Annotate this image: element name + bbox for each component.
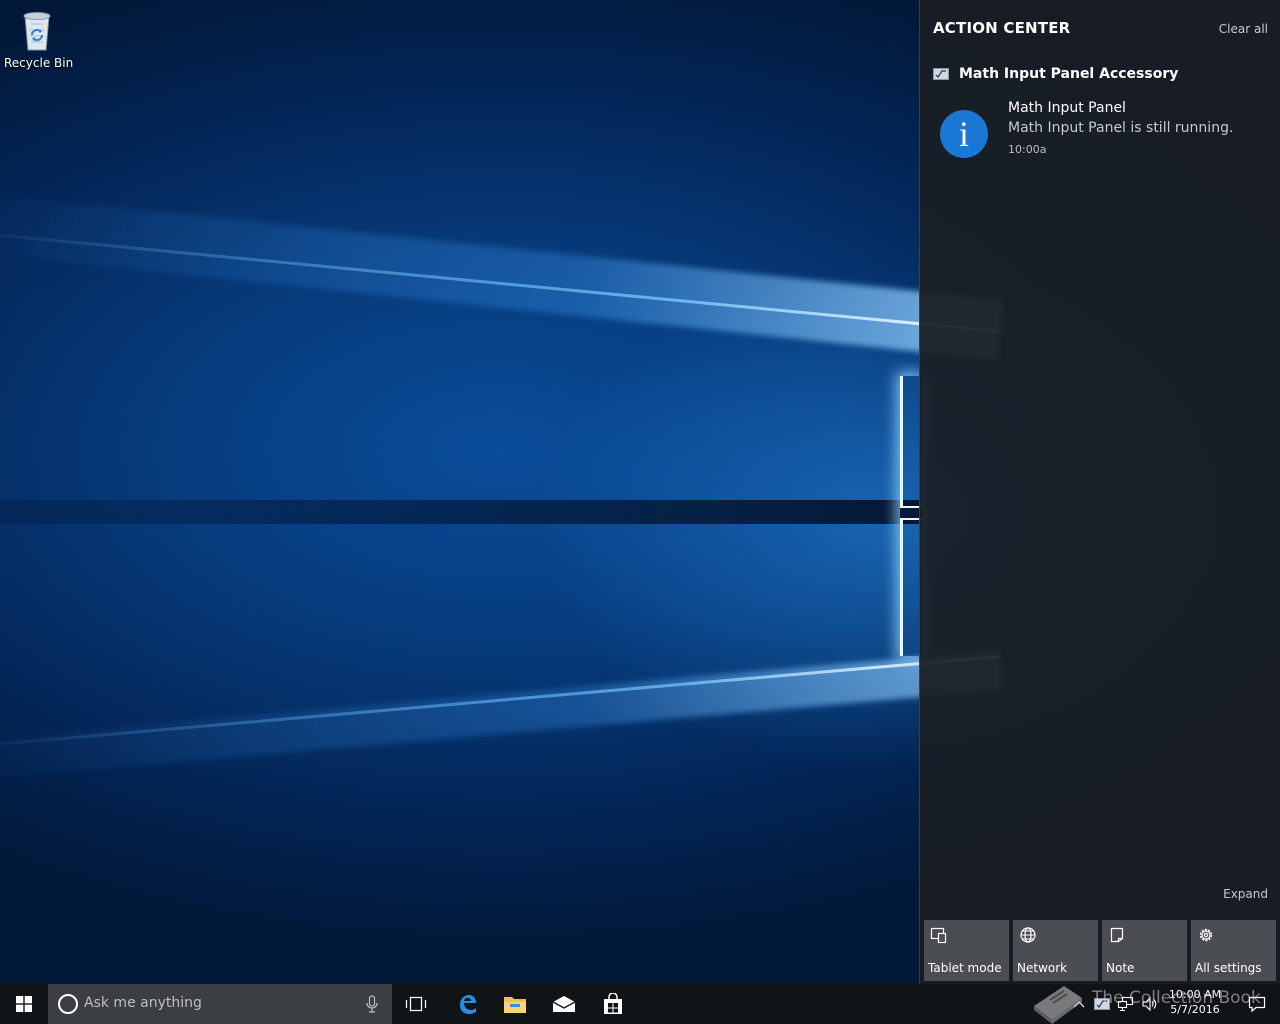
recycle-bin-label: Recycle Bin xyxy=(4,56,74,70)
quick-action-label: Tablet mode xyxy=(928,961,1002,975)
tray-network-button[interactable] xyxy=(1115,984,1137,1024)
light-beam-upper xyxy=(0,189,1004,360)
quick-action-label: Note xyxy=(1106,961,1135,975)
clock-date: 5/7/2016 xyxy=(1170,1003,1220,1016)
edge-button[interactable] xyxy=(443,984,491,1024)
taskbar-clock[interactable]: 10:00 AM 5/7/2016 xyxy=(1160,984,1230,1024)
notification-time: 10:00a xyxy=(1008,143,1047,156)
notification-body: Math Input Panel is still running. xyxy=(1008,120,1234,136)
dark-band xyxy=(0,500,920,524)
search-placeholder: Ask me anything xyxy=(84,995,202,1011)
start-button[interactable] xyxy=(0,984,48,1024)
notification-icon xyxy=(1248,996,1266,1013)
notification-title: Math Input Panel xyxy=(1008,100,1126,116)
microphone-icon[interactable] xyxy=(366,995,378,1013)
cortana-icon xyxy=(58,994,78,1014)
quick-action-label: All settings xyxy=(1195,961,1262,975)
quick-action-all-settings[interactable]: All settings xyxy=(1191,920,1276,981)
action-center-title: ACTION CENTER xyxy=(933,19,1071,37)
network-icon xyxy=(1020,927,1036,943)
task-view-button[interactable] xyxy=(392,984,440,1024)
tablet-mode-icon xyxy=(930,927,947,944)
quick-action-note[interactable]: Note xyxy=(1102,920,1187,981)
notification-app-name: Math Input Panel Accessory xyxy=(959,66,1179,82)
clear-all-link[interactable]: Clear all xyxy=(1219,22,1268,36)
tray-math-input-button[interactable] xyxy=(1091,984,1113,1024)
notification-card[interactable]: i Math Input Panel Math Input Panel is s… xyxy=(932,96,1272,164)
notification-group-header[interactable]: Math Input Panel Accessory xyxy=(933,64,1269,84)
file-explorer-button[interactable] xyxy=(491,984,539,1024)
store-icon xyxy=(604,993,622,1014)
action-center-button[interactable] xyxy=(1234,984,1280,1024)
task-view-icon xyxy=(405,996,427,1012)
chevron-up-icon xyxy=(1073,1001,1085,1008)
windows-logo-icon xyxy=(16,996,32,1012)
tray-volume-button[interactable] xyxy=(1139,984,1161,1024)
clock-time: 10:00 AM xyxy=(1168,988,1222,1001)
math-input-icon xyxy=(933,68,949,80)
volume-icon xyxy=(1142,996,1157,1012)
quick-action-label: Network xyxy=(1017,961,1068,975)
expand-link[interactable]: Expand xyxy=(1223,887,1268,901)
info-icon-glyph: i xyxy=(958,114,969,154)
action-center-panel: ACTION CENTER Clear all Math Input Panel… xyxy=(919,0,1280,984)
quick-action-tablet-mode[interactable]: Tablet mode xyxy=(924,920,1009,981)
desktop-icon-recycle-bin[interactable]: Recycle Bin xyxy=(4,6,74,76)
info-icon: i xyxy=(940,110,988,158)
file-explorer-icon xyxy=(504,997,526,1013)
show-hidden-icons-button[interactable] xyxy=(1068,984,1090,1024)
mail-button[interactable] xyxy=(540,984,588,1024)
math-input-icon xyxy=(1094,998,1110,1010)
quick-actions: Tablet mode Network Note All settings xyxy=(924,920,1276,981)
recycle-bin-icon xyxy=(23,12,51,51)
settings-icon xyxy=(1199,928,1213,942)
taskbar: Ask me anything 10:00 AM 5/7/2016 xyxy=(0,984,1280,1024)
mail-icon xyxy=(552,996,576,1012)
network-wired-icon xyxy=(1117,996,1134,1012)
note-icon xyxy=(1110,927,1124,943)
cortana-search-box[interactable]: Ask me anything xyxy=(48,984,392,1024)
edge-icon xyxy=(460,995,476,1014)
quick-action-network[interactable]: Network xyxy=(1013,920,1098,981)
store-button[interactable] xyxy=(589,984,637,1024)
